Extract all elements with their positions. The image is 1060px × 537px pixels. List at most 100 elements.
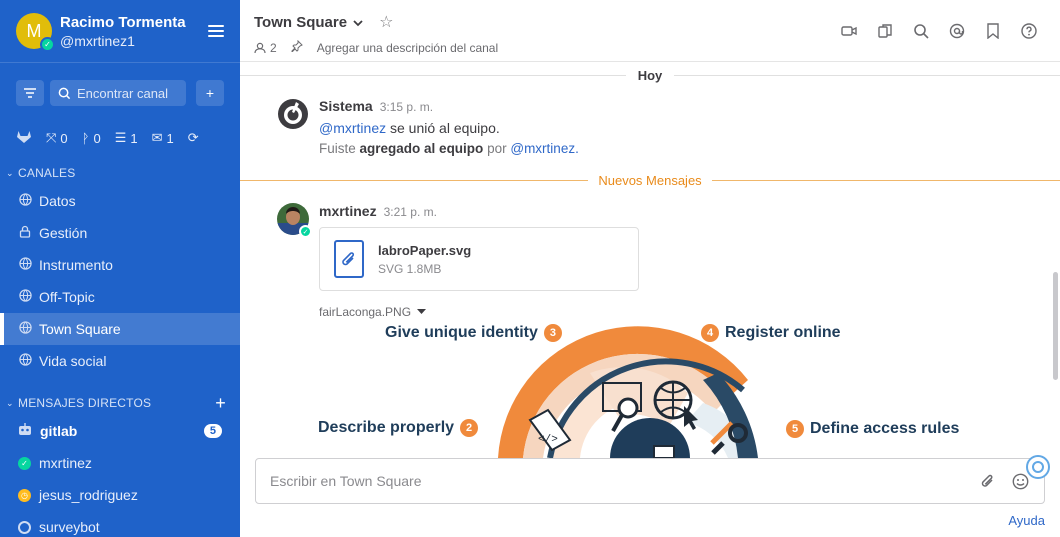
chevron-down-icon: ⌄ <box>6 167 14 178</box>
joined-text: se unió al equipo. <box>390 120 500 136</box>
refresh-icon[interactable]: ⟳ <box>188 130 199 146</box>
sidebar-item-off-topic[interactable]: Off-Topic <box>0 281 240 313</box>
label-number: 5 <box>786 420 804 438</box>
bookmark-icon[interactable] <box>984 22 1002 40</box>
channel-header: Town Square ☆ 2 Agregar una descripción … <box>240 0 1060 62</box>
message-composer[interactable]: Escribir en Town Square <box>255 458 1045 504</box>
channel-subheader: 2 Agregar una descripción del canal <box>254 39 1046 55</box>
channels-label: CANALES <box>18 166 76 180</box>
merge-count: 0 <box>60 130 68 146</box>
user-info[interactable]: Racimo Tormenta @mxrtinez1 <box>60 13 208 50</box>
mention-icon[interactable] <box>948 22 966 40</box>
reviews[interactable]: ᚹ0 <box>82 131 101 146</box>
user-avatar[interactable]: ✓ <box>277 203 312 238</box>
image-preview[interactable]: </> Give unique identity 3 4 Register on… <box>318 318 998 458</box>
attachment-file-icon <box>334 240 364 278</box>
avatar[interactable]: M ✓ <box>16 13 55 52</box>
emoji-icon[interactable] <box>1010 471 1030 491</box>
post-time[interactable]: 3:21 p. m. <box>384 205 437 219</box>
preview-label-register: 4 Register online <box>701 324 841 342</box>
channel-list: Datos Gestión Instrumento Off-Topic Town Squ… <box>0 185 240 377</box>
dm-item-label: surveybot <box>39 519 100 535</box>
preview-label-access: 5 Define access rules <box>786 420 959 438</box>
search-icon <box>58 87 71 99</box>
post-time[interactable]: 3:15 p. m. <box>380 100 433 114</box>
filter-icon[interactable] <box>16 80 44 106</box>
dm-item-jesus-rodriguez[interactable]: ◷ jesus_rodriguez <box>0 479 240 511</box>
member-count-value: 2 <box>270 40 277 55</box>
user-mention[interactable]: @mxrtinez <box>319 120 386 136</box>
sidebar-item-gesti-n[interactable]: Gestión <box>0 217 240 249</box>
dm-list: gitlab 5 ✓ mxrtinez ◷ jesus_rodriguez surveybo… <box>0 415 240 537</box>
sidebar-item-label: Instrumento <box>39 257 113 273</box>
channel-files-icon[interactable] <box>876 22 894 40</box>
attachment-icon[interactable] <box>978 471 998 491</box>
date-separator: Hoy <box>240 65 1060 85</box>
channel-view: Town Square ☆ 2 Agregar una descripción … <box>240 0 1060 537</box>
menu-icon[interactable] <box>208 25 224 37</box>
sys-text-c: por <box>487 141 507 156</box>
todos[interactable]: ✉ 1 <box>152 130 174 146</box>
sys-text-b: agregado al equipo <box>359 141 484 156</box>
sidebar-item-label: Town Square <box>39 321 121 337</box>
new-messages-separator: Nuevos Mensajes <box>240 170 1060 190</box>
video-call-icon[interactable] <box>840 22 858 40</box>
scrollbar[interactable] <box>1053 272 1058 380</box>
dm-item-mxrtinez[interactable]: ✓ mxrtinez <box>0 447 240 479</box>
find-channel-input[interactable]: Encontrar canal <box>50 80 186 106</box>
label-text: Give unique identity <box>385 324 538 341</box>
dm-item-label: jesus_rodriguez <box>39 487 138 503</box>
globe-icon <box>18 353 32 369</box>
system-message-2: Fuiste agregado al equipo por @mxrtinez. <box>319 141 1019 156</box>
label-text: Define access rules <box>810 420 960 437</box>
channel-description[interactable]: Agregar una descripción del canal <box>317 41 498 55</box>
add-channel-button[interactable]: + <box>196 80 224 106</box>
mail-icon: ✉ <box>151 130 163 145</box>
label-number: 4 <box>701 324 719 342</box>
member-icon <box>254 42 266 53</box>
system-post-body: Sistema 3:15 p. m. @mxrtinez se unió al … <box>319 98 1019 156</box>
post-author[interactable]: Sistema <box>319 98 373 114</box>
pin-icon[interactable] <box>291 39 303 55</box>
sys-text-a: Fuiste <box>319 141 356 156</box>
assignments[interactable]: ☰ 1 <box>115 130 138 146</box>
chevron-down-icon[interactable] <box>353 14 363 31</box>
star-icon[interactable]: ☆ <box>379 12 393 32</box>
label-text: Describe properly <box>318 419 455 436</box>
user-mention[interactable]: @mxrtinez. <box>510 141 578 156</box>
image-name: fairLaconga.PNG <box>319 305 412 319</box>
dm-item-surveybot[interactable]: surveybot <box>0 511 240 537</box>
branch-count: 0 <box>93 130 101 146</box>
offline-status-icon <box>18 520 31 534</box>
dm-label: MENSAJES DIRECTOS <box>18 396 152 410</box>
sidebar-item-label: Gestión <box>39 225 88 241</box>
sidebar-item-datos[interactable]: Datos <box>0 185 240 217</box>
file-attachment[interactable]: labroPaper.svg SVG 1.8MB <box>319 227 639 291</box>
sidebar-item-town-square[interactable]: Town Square <box>0 313 240 345</box>
search-icon[interactable] <box>912 22 930 40</box>
chevron-down-icon: ⌄ <box>6 397 14 408</box>
post-author[interactable]: mxrtinez <box>319 203 377 219</box>
file-meta: SVG 1.8MB <box>378 261 442 276</box>
file-name[interactable]: labroPaper.svg <box>378 243 471 258</box>
member-count[interactable]: 2 <box>254 41 277 55</box>
gitlab-icon[interactable] <box>16 129 32 147</box>
add-dm-button[interactable]: + <box>215 393 226 414</box>
sidebar-item-vida-social[interactable]: Vida social <box>0 345 240 377</box>
dm-item-gitlab[interactable]: gitlab 5 <box>0 415 240 447</box>
online-status-icon: ✓ <box>40 37 55 52</box>
new-messages-label: Nuevos Mensajes <box>598 172 702 188</box>
user-post-body: mxrtinez 3:21 p. m. labroPaper.svg SVG 1… <box>319 203 1019 319</box>
help-link[interactable]: Ayuda <box>1008 513 1045 528</box>
dm-section-header[interactable]: ⌄ MENSAJES DIRECTOS + <box>0 391 240 415</box>
merge-requests[interactable]: ⤧ 0 <box>46 130 68 146</box>
sidebar-item-instrumento[interactable]: Instrumento <box>0 249 240 281</box>
channel-title[interactable]: Town Square <box>254 14 347 31</box>
focus-target-icon <box>1026 455 1050 479</box>
plugin-bar: ⤧ 0 ᚹ0 ☰ 1 ✉ 1 ⟳ <box>0 123 240 153</box>
channels-section-header[interactable]: ⌄ CANALES <box>0 161 240 185</box>
image-attachment-name[interactable]: fairLaconga.PNG <box>319 305 1019 319</box>
branch-icon: ᚹ <box>81 130 90 146</box>
help-icon[interactable] <box>1020 22 1038 40</box>
list-count: 1 <box>130 130 138 146</box>
